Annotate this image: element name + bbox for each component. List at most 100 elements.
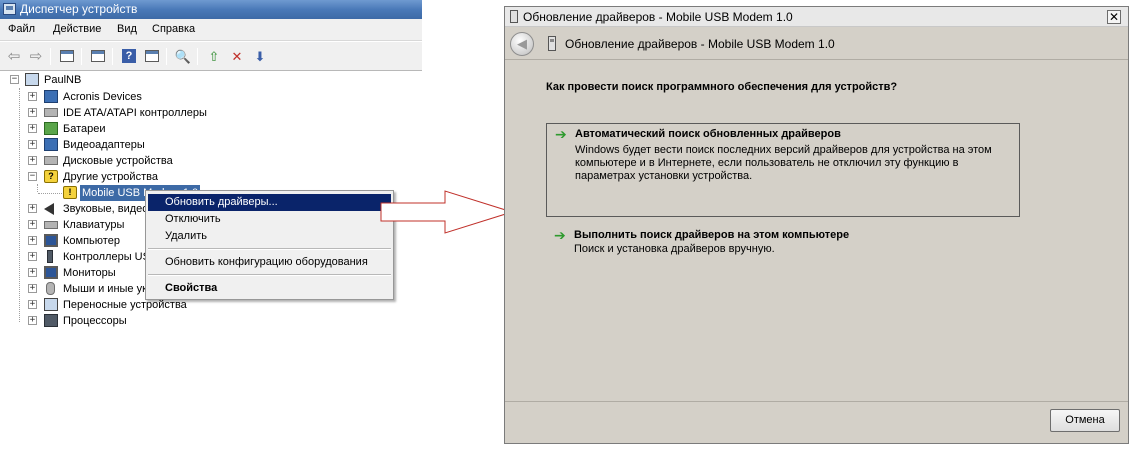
expand-toggle[interactable]: + <box>28 92 37 101</box>
ide-controller-icon <box>44 108 58 117</box>
tree-root-label: PaulNB <box>44 74 82 86</box>
pointer-arrow-icon <box>380 190 514 234</box>
dialog-header-title: Обновление драйверов - Mobile USB Modem … <box>565 37 835 51</box>
warning-device-icon: ! <box>63 186 77 199</box>
device-manager-titlebar: Диспетчер устройств <box>0 0 422 19</box>
tree-item[interactable]: + IDE ATA/ATAPI контроллеры <box>0 105 207 121</box>
back-button[interactable]: ◀ <box>510 32 534 56</box>
manual-search-title: Выполнить поиск драйверов на этом компью… <box>574 229 850 241</box>
menu-item-scan-hardware[interactable]: Обновить конфигурацию оборудования <box>148 254 391 271</box>
expand-toggle[interactable]: + <box>28 156 37 165</box>
help-icon[interactable]: ? <box>120 47 138 65</box>
menu-item-update-drivers[interactable]: Обновить драйверы... <box>148 194 391 211</box>
expand-toggle[interactable]: + <box>28 204 37 213</box>
green-arrow-icon: ➔ <box>554 227 566 243</box>
toolbar-separator <box>50 48 51 65</box>
expand-toggle[interactable]: + <box>28 252 37 261</box>
other-devices-icon: ? <box>44 170 58 183</box>
device-manager-menubar: Файл Действие Вид Справка <box>0 19 422 41</box>
expand-toggle[interactable]: + <box>28 236 37 245</box>
tree-item[interactable]: + Батареи <box>0 121 200 137</box>
close-icon[interactable]: ✕ <box>1107 10 1121 24</box>
dialog-title: Обновление драйверов - Mobile USB Modem … <box>523 10 793 24</box>
manual-search-option[interactable]: ➔ Выполнить поиск драйверов на этом комп… <box>546 225 1020 265</box>
tree-item-label: Acronis Devices <box>63 91 142 103</box>
dialog-header: ◀ Обновление драйверов - Mobile USB Mode… <box>505 28 1128 60</box>
disable-device-icon[interactable]: ⬇ <box>251 47 269 65</box>
expand-toggle[interactable]: + <box>28 220 37 229</box>
menu-file[interactable]: Файл <box>8 23 35 35</box>
expand-toggle[interactable]: + <box>28 268 37 277</box>
tree-item-label: IDE ATA/ATAPI контроллеры <box>63 107 207 119</box>
dialog-titlebar: Обновление драйверов - Mobile USB Modem … <box>505 7 1128 27</box>
menu-action[interactable]: Действие <box>53 23 101 35</box>
portable-device-icon <box>44 298 58 311</box>
expand-toggle[interactable]: + <box>28 108 37 117</box>
usb-modem-icon <box>510 10 518 23</box>
forward-arrow-icon[interactable]: ⇨ <box>27 47 45 65</box>
dialog-content: Как провести поиск программного обеспече… <box>505 61 1128 401</box>
device-manager-toolbar: ⇦ ⇨ ? 🔍 ⇧ ✕ ⬇ <box>0 42 422 71</box>
tree-item-label: Дисковые устройства <box>63 155 173 167</box>
cancel-button[interactable]: Отмена <box>1050 409 1120 432</box>
scan-hardware-icon[interactable]: 🔍 <box>174 47 192 65</box>
expand-toggle[interactable]: + <box>28 300 37 309</box>
mouse-icon <box>46 282 55 295</box>
toolbar-separator <box>112 48 113 65</box>
tree-item-label: Компьютер <box>63 235 120 247</box>
update-driver-icon[interactable]: ⇧ <box>205 47 223 65</box>
expand-toggle[interactable]: + <box>28 140 37 149</box>
speaker-icon <box>44 203 54 215</box>
tree-root[interactable]: − PaulNB <box>0 72 200 88</box>
processor-icon <box>44 314 58 327</box>
context-menu: Обновить драйверы... Отключить Удалить О… <box>145 190 394 300</box>
toolbar-separator <box>197 48 198 65</box>
tree-item-label: Клавиатуры <box>63 219 125 231</box>
tree-item-label: Мониторы <box>63 267 116 279</box>
auto-search-description: Windows будет вести поиск последних верс… <box>575 144 992 182</box>
tree-item[interactable]: + Видеоадаптеры <box>0 137 200 153</box>
search-question: Как провести поиск программного обеспече… <box>546 81 898 93</box>
tree-item[interactable]: + Acronis Devices <box>0 89 200 105</box>
menu-item-disable[interactable]: Отключить <box>148 211 391 228</box>
update-drivers-dialog: Обновление драйверов - Mobile USB Modem … <box>504 6 1129 444</box>
expand-toggle[interactable]: + <box>28 284 37 293</box>
tree-item[interactable]: + Дисковые устройства <box>0 153 200 169</box>
computer-icon <box>25 73 39 86</box>
keyboard-icon <box>44 221 58 229</box>
tree-item-label: Батареи <box>63 123 106 135</box>
tree-item[interactable]: − ? Другие устройства <box>0 169 200 185</box>
dialog-footer: Отмена <box>505 401 1128 443</box>
toolbar-separator <box>81 48 82 65</box>
expand-toggle[interactable]: + <box>28 316 37 325</box>
green-arrow-icon: ➔ <box>555 126 567 142</box>
show-action-pane-icon[interactable] <box>143 47 161 65</box>
menu-item-uninstall[interactable]: Удалить <box>148 228 391 245</box>
device-manager-app-icon <box>3 3 16 15</box>
auto-search-title: Автоматический поиск обновленных драйвер… <box>575 128 841 140</box>
tree-item[interactable]: + Процессоры <box>0 313 200 328</box>
menu-separator <box>148 274 391 276</box>
device-manager-title: Диспетчер устройств <box>20 2 138 16</box>
uninstall-icon[interactable]: ✕ <box>228 47 246 65</box>
menu-help[interactable]: Справка <box>152 23 195 35</box>
properties-icon[interactable] <box>89 47 107 65</box>
video-adapter-icon <box>44 138 58 151</box>
show-hide-console-tree-icon[interactable] <box>58 47 76 65</box>
manual-search-description: Поиск и установка драйверов вручную. <box>574 243 775 255</box>
usb-controller-icon <box>47 250 53 263</box>
battery-icon <box>44 122 58 135</box>
tree-item-label: Контроллеры USB <box>63 251 158 263</box>
menu-separator <box>148 248 391 250</box>
expand-toggle[interactable]: + <box>28 124 37 133</box>
menu-view[interactable]: Вид <box>117 23 137 35</box>
acronis-device-icon <box>44 90 58 103</box>
toolbar-separator <box>166 48 167 65</box>
menu-item-properties[interactable]: Свойства <box>148 280 391 297</box>
collapse-toggle[interactable]: − <box>10 75 19 84</box>
back-arrow-icon[interactable]: ⇦ <box>5 47 23 65</box>
tree-item-label: Другие устройства <box>63 171 158 183</box>
auto-search-option[interactable]: ➔ Автоматический поиск обновленных драйв… <box>546 123 1020 217</box>
tree-guide-line <box>38 193 62 194</box>
collapse-toggle[interactable]: − <box>28 172 37 181</box>
